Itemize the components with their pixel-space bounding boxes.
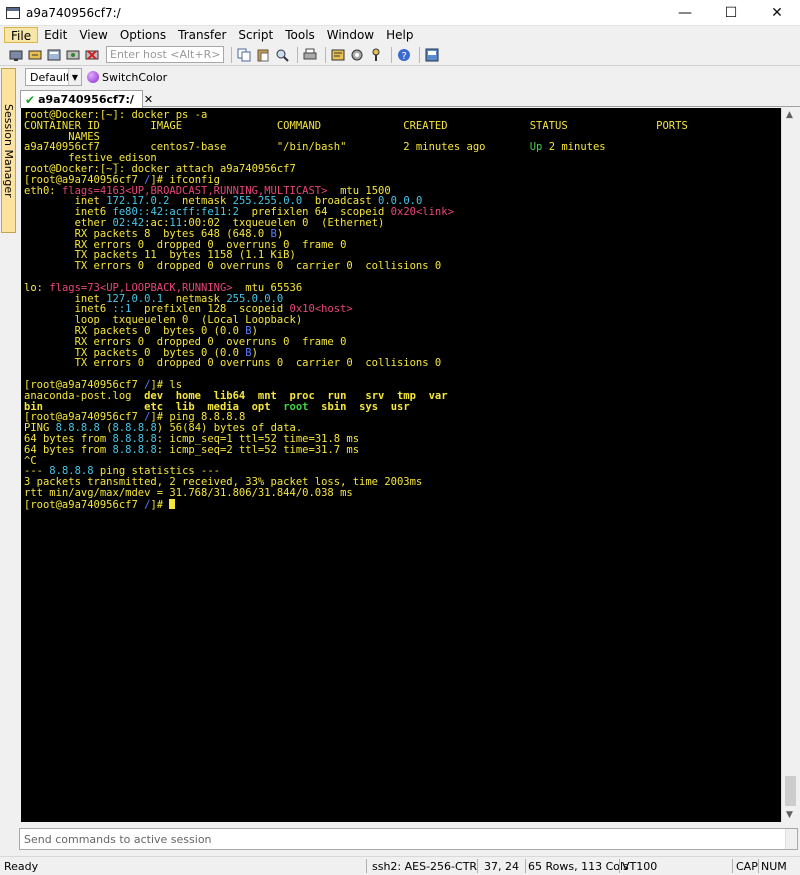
terminal-text: rtt min/avg/max/mdev = 31.768/31.806/31.… bbox=[24, 486, 353, 499]
status-caps-lock: CAP bbox=[736, 860, 758, 873]
session-manager-panel: Session Manager bbox=[0, 66, 17, 826]
terminal-text: ]# bbox=[150, 498, 170, 511]
status-dimensions: 65 Rows, 113 Cols bbox=[528, 860, 629, 873]
status-num-lock: NUM bbox=[761, 860, 787, 873]
command-window[interactable]: Send commands to active session bbox=[19, 828, 798, 850]
button-bar: Default ▼ SwitchColor bbox=[20, 66, 800, 88]
button-bar-select-value: Default bbox=[30, 70, 71, 84]
window-title: a9a740956cf7:/ bbox=[26, 5, 121, 20]
close-tab-icon[interactable]: ✕ bbox=[144, 93, 153, 106]
quick-connect-icon[interactable] bbox=[27, 47, 43, 63]
terminal-line: rtt min/avg/max/mdev = 31.768/31.806/31.… bbox=[24, 486, 688, 499]
keymap-icon[interactable] bbox=[368, 47, 384, 63]
status-cursor-position: 37, 24 bbox=[484, 860, 519, 873]
scroll-down-icon[interactable]: ▼ bbox=[786, 810, 793, 820]
terminal-line: TX errors 0 dropped 0 overruns 0 carrier… bbox=[24, 261, 688, 272]
connected-check-icon: ✔ bbox=[25, 92, 36, 107]
minimize-button[interactable]: — bbox=[662, 0, 708, 26]
session-manager-tab[interactable]: Session Manager bbox=[1, 68, 16, 233]
menu-edit[interactable]: Edit bbox=[38, 27, 73, 43]
session-manager-label: Session Manager bbox=[2, 103, 15, 198]
securecrt-app-icon[interactable] bbox=[6, 6, 20, 19]
status-separator bbox=[758, 859, 759, 873]
scrollbar-thumb[interactable] bbox=[785, 776, 796, 806]
color-circle-icon bbox=[87, 71, 99, 83]
terminal-text: sbin sys usr bbox=[321, 400, 410, 413]
title-bar: a9a740956cf7:/ — ☐ ✕ bbox=[0, 0, 800, 26]
disconnect-icon[interactable] bbox=[84, 47, 100, 63]
menu-script[interactable]: Script bbox=[232, 27, 279, 43]
terminal-line: TX errors 0 dropped 0 overruns 0 carrier… bbox=[24, 358, 688, 369]
status-separator bbox=[525, 859, 526, 873]
command-window-placeholder: Send commands to active session bbox=[24, 832, 212, 846]
terminal-text: Up bbox=[529, 141, 543, 154]
reconnect-icon[interactable] bbox=[65, 47, 81, 63]
session-options-icon[interactable] bbox=[330, 47, 346, 63]
toolbar-separator bbox=[391, 46, 392, 63]
scroll-up-icon[interactable]: ▲ bbox=[786, 110, 793, 120]
command-window-scrollbar[interactable] bbox=[785, 829, 797, 849]
status-emulation: VT100 bbox=[622, 860, 658, 873]
menu-help[interactable]: Help bbox=[380, 27, 419, 43]
toolbar-separator bbox=[297, 46, 298, 63]
terminal-text: root bbox=[283, 400, 309, 413]
terminal-text: 2 minutes bbox=[542, 141, 606, 154]
svg-text:?: ? bbox=[402, 51, 407, 62]
maximize-button[interactable]: ☐ bbox=[708, 0, 754, 26]
menu-transfer[interactable]: Transfer bbox=[172, 27, 232, 43]
session-tab-bar: ✔ a9a740956cf7:/ ✕ bbox=[20, 89, 800, 108]
copy-icon[interactable] bbox=[236, 47, 252, 63]
toolbar-separator bbox=[419, 46, 420, 63]
terminal-text: TX errors 0 dropped 0 overruns 0 carrier… bbox=[24, 260, 442, 273]
help-icon[interactable]: ? bbox=[396, 47, 412, 63]
button-bar-select[interactable]: Default ▼ bbox=[25, 68, 82, 86]
status-separator bbox=[366, 859, 367, 873]
terminal-output: root@Docker:[~]: docker ps -a CONTAINER I… bbox=[24, 110, 688, 511]
toolbar-separator bbox=[325, 46, 326, 63]
menu-file[interactable]: File bbox=[4, 27, 39, 43]
terminal-line: 64 bytes from 8.8.8.8: icmp_seq=2 ttl=52… bbox=[24, 443, 688, 456]
terminal-text: CONTAINER ID IMAGE COMMAND CREATED STATU… bbox=[24, 119, 688, 132]
terminal-text: [root@a9a740956cf7 bbox=[24, 498, 145, 511]
terminal-scrollbar[interactable]: ▲ ▼ bbox=[781, 108, 798, 822]
menu-window[interactable]: Window bbox=[321, 27, 380, 43]
sftp-icon[interactable] bbox=[424, 47, 440, 63]
terminal-line: [root@a9a740956cf7 /]# bbox=[24, 498, 688, 511]
status-encryption: ssh2: AES-256-CTR bbox=[372, 860, 478, 873]
connect-in-tab-icon[interactable] bbox=[46, 47, 62, 63]
chevron-down-icon[interactable]: ▼ bbox=[68, 69, 81, 85]
print-icon[interactable] bbox=[302, 47, 318, 63]
status-separator bbox=[477, 859, 478, 873]
session-tab-label: a9a740956cf7:/ bbox=[38, 93, 134, 106]
menu-tools[interactable]: Tools bbox=[279, 27, 321, 43]
toolbar-separator bbox=[231, 46, 232, 63]
terminal-text: 8.8.8.8 bbox=[112, 443, 157, 456]
switch-color-button[interactable]: SwitchColor bbox=[87, 71, 167, 84]
menu-view[interactable]: View bbox=[73, 27, 113, 43]
close-button[interactable]: ✕ bbox=[754, 0, 800, 26]
menu-options[interactable]: Options bbox=[114, 27, 172, 43]
terminal-text: : icmp_seq=2 ttl=52 time=31.7 ms bbox=[156, 443, 360, 456]
paste-icon[interactable] bbox=[255, 47, 271, 63]
session-tab[interactable]: ✔ a9a740956cf7:/ ✕ bbox=[20, 90, 153, 108]
terminal-text: TX errors 0 dropped 0 overruns 0 carrier… bbox=[24, 357, 442, 370]
host-input[interactable] bbox=[106, 46, 224, 63]
switch-color-label: SwitchColor bbox=[102, 70, 168, 84]
menu-bar: File Edit View Options Transfer Script T… bbox=[0, 26, 800, 44]
terminal-area[interactable]: root@Docker:[~]: docker ps -a CONTAINER I… bbox=[21, 108, 781, 822]
toolbar: ? bbox=[0, 44, 800, 66]
status-separator bbox=[732, 859, 733, 873]
terminal-cursor bbox=[169, 498, 176, 509]
terminal-text: 64 bytes from bbox=[24, 443, 113, 456]
find-icon[interactable] bbox=[274, 47, 290, 63]
status-separator bbox=[619, 859, 620, 873]
status-bar: Ready ssh2: AES-256-CTR 37, 24 65 Rows, … bbox=[0, 856, 800, 875]
terminal-text: 0x20<link> bbox=[390, 206, 454, 219]
global-options-icon[interactable] bbox=[349, 47, 365, 63]
status-ready: Ready bbox=[4, 860, 39, 873]
connect-icon[interactable] bbox=[8, 47, 24, 63]
terminal-line: CONTAINER ID IMAGE COMMAND CREATED STATU… bbox=[24, 119, 688, 132]
window-controls: — ☐ ✕ bbox=[662, 0, 800, 26]
